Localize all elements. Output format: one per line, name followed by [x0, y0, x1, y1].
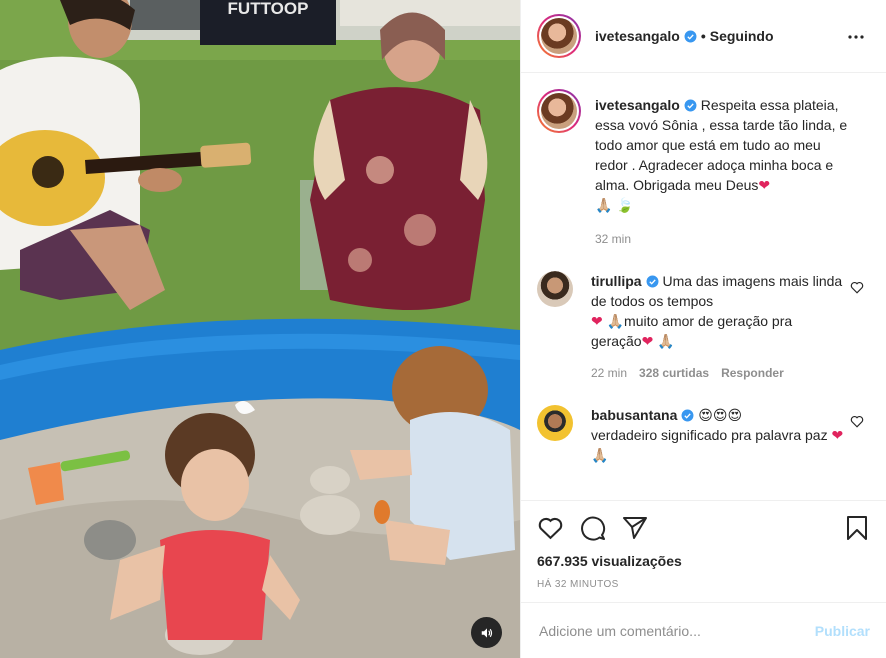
comment-emojis: 😍😍😍 — [698, 407, 743, 423]
like-comment-button[interactable] — [850, 415, 864, 431]
reply-button[interactable]: Responder — [721, 363, 784, 383]
comment-username[interactable]: babusantana — [591, 407, 677, 423]
verified-badge-icon — [646, 275, 659, 288]
heart-outline-icon — [850, 281, 864, 294]
caption-avatar[interactable] — [537, 89, 581, 133]
header-separator: • — [700, 28, 706, 44]
video-frame: FUTTOOP — [0, 0, 520, 658]
like-comment-button[interactable] — [850, 281, 864, 297]
add-comment-bar: Publicar — [521, 602, 886, 658]
caption-time[interactable]: 32 min — [595, 229, 631, 249]
share-button[interactable] — [622, 516, 648, 540]
more-options-button[interactable] — [848, 26, 864, 42]
save-button[interactable] — [846, 515, 868, 541]
post-header: ivetesangalo • Seguindo — [521, 0, 886, 73]
post-timestamp[interactable]: HÁ 32 MINUTOS — [537, 579, 870, 590]
caption: ivetesangalo Respeita essa plateia, essa… — [537, 89, 870, 249]
mute-button[interactable] — [471, 617, 502, 648]
instagram-post: FUTTOOP ivetesangalo • Seguindo ivetesan… — [0, 0, 886, 658]
comment-text-cont: 🙏🏼muito amor de geração pra geração — [591, 313, 793, 349]
bookmark-icon — [847, 516, 867, 540]
following-button[interactable]: Seguindo — [710, 28, 774, 44]
verified-badge-icon — [681, 409, 694, 422]
heart-emoji: ❤ — [758, 177, 771, 193]
verified-badge-icon — [684, 99, 697, 112]
author-username[interactable]: ivetesangalo — [595, 28, 680, 44]
more-options-icon — [848, 35, 864, 39]
comment-text-end: 🙏🏼 — [591, 447, 609, 463]
speaker-icon — [481, 627, 492, 638]
caption-emojis: 🙏🏼 🍃 — [595, 197, 634, 213]
comments-list: ivetesangalo Respeita essa plateia, essa… — [521, 73, 886, 500]
commenter-avatar[interactable] — [537, 271, 573, 307]
caption-username[interactable]: ivetesangalo — [595, 97, 680, 113]
heart-emoji: ❤ — [641, 333, 654, 349]
like-button[interactable] — [537, 516, 564, 540]
post-video[interactable]: FUTTOOP — [0, 0, 520, 658]
share-icon — [623, 517, 647, 539]
comment-likes[interactable]: 328 curtidas — [639, 363, 709, 383]
comment-button[interactable] — [580, 515, 606, 541]
comment-item: tirullipa Uma das imagens mais linda de … — [537, 271, 870, 383]
heart-emoji: ❤ — [831, 427, 844, 443]
commenter-avatar[interactable] — [537, 405, 573, 441]
verified-badge-icon — [684, 30, 697, 42]
comment-text-end: 🙏🏼 — [657, 333, 675, 349]
heart-outline-icon — [850, 415, 864, 428]
publish-button[interactable]: Publicar — [815, 623, 870, 639]
comment-text: verdadeiro significado pra palavra paz — [591, 427, 828, 443]
comment-time[interactable]: 22 min — [591, 363, 627, 383]
comment-input[interactable] — [539, 622, 815, 639]
banner-text: FUTTOOP — [228, 0, 309, 18]
comment-icon — [581, 516, 605, 541]
heart-icon — [538, 517, 563, 540]
post-actions: 667.935 visualizações HÁ 32 MINUTOS — [521, 500, 886, 602]
author-avatar[interactable] — [537, 14, 581, 58]
comment-username[interactable]: tirullipa — [591, 273, 642, 289]
post-sidebar: ivetesangalo • Seguindo ivetesangalo Res… — [520, 0, 886, 658]
comment-item: babusantana 😍😍😍 verdadeiro significado p… — [537, 405, 870, 465]
heart-emoji: ❤ — [591, 313, 603, 329]
view-count[interactable]: 667.935 visualizações — [537, 553, 870, 569]
